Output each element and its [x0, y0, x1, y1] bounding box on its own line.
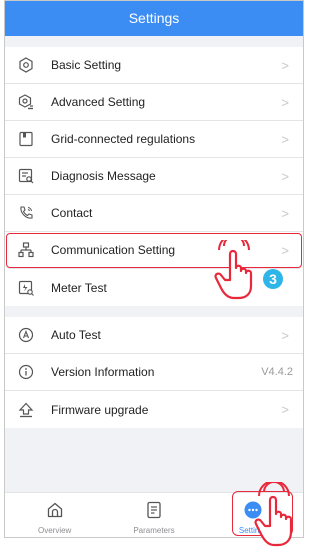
- chevron-right-icon: >: [281, 242, 289, 258]
- settings-item-version-information[interactable]: Version Information V4.4.2: [5, 354, 303, 391]
- settings-item-advanced-setting[interactable]: Advanced Setting >: [5, 84, 303, 121]
- chevron-right-icon: >: [281, 57, 289, 73]
- phone-icon: [18, 205, 34, 221]
- settings-item-firmware-upgrade[interactable]: Firmware upgrade >: [5, 391, 303, 428]
- chevron-right-icon: >: [281, 94, 289, 110]
- tab-label: Parameters: [133, 526, 175, 535]
- tab-overview[interactable]: Overview: [5, 493, 104, 537]
- section-gap: [5, 36, 303, 47]
- settings-group-2: Auto Test > Version Information V4.4.2 F…: [5, 317, 303, 428]
- step-number-badge: 3: [263, 269, 283, 289]
- settings-item-label: Firmware upgrade: [51, 402, 149, 417]
- page-title: Settings: [128, 10, 180, 26]
- settings-item-label: Basic Setting: [51, 58, 122, 72]
- chevron-right-icon: >: [281, 402, 289, 417]
- gear-user-icon: [18, 94, 34, 110]
- version-value: V4.4.2: [261, 366, 293, 378]
- chevron-right-icon: >: [281, 168, 289, 184]
- chevron-right-icon: >: [281, 327, 289, 343]
- settings-item-label: Grid-connected regulations: [51, 132, 196, 146]
- tab-parameters[interactable]: Parameters: [104, 493, 203, 537]
- section-gap: [5, 306, 303, 317]
- document-icon: [145, 501, 163, 524]
- settings-item-basic-setting[interactable]: Basic Setting >: [5, 47, 303, 84]
- meter-icon: [18, 280, 34, 296]
- page-header: Settings: [5, 1, 303, 36]
- upgrade-icon: [18, 402, 34, 418]
- tap-hand-icon: [214, 240, 253, 300]
- auto-test-icon: [18, 327, 34, 343]
- chevron-right-icon: >: [281, 131, 289, 147]
- settings-item-label: Contact: [51, 206, 93, 220]
- home-icon: [46, 501, 64, 524]
- diagnosis-icon: [18, 168, 34, 184]
- settings-item-label: Version Information: [51, 365, 155, 379]
- book-icon: [18, 131, 34, 147]
- info-icon: [18, 364, 34, 380]
- settings-item-label: Diagnosis Message: [51, 169, 156, 183]
- tap-hand-icon: [254, 482, 293, 547]
- settings-item-contact[interactable]: Contact >: [5, 195, 303, 232]
- settings-item-label: Advanced Setting: [51, 95, 146, 109]
- tab-label: Overview: [37, 526, 72, 535]
- gear-icon: [18, 57, 34, 73]
- settings-item-label: Auto Test: [51, 328, 101, 342]
- chevron-right-icon: >: [281, 205, 289, 221]
- network-icon: [18, 242, 34, 258]
- settings-item-auto-test[interactable]: Auto Test >: [5, 317, 303, 354]
- settings-item-diagnosis-message[interactable]: Diagnosis Message >: [5, 158, 303, 195]
- settings-item-grid-regulations[interactable]: Grid-connected regulations >: [5, 121, 303, 158]
